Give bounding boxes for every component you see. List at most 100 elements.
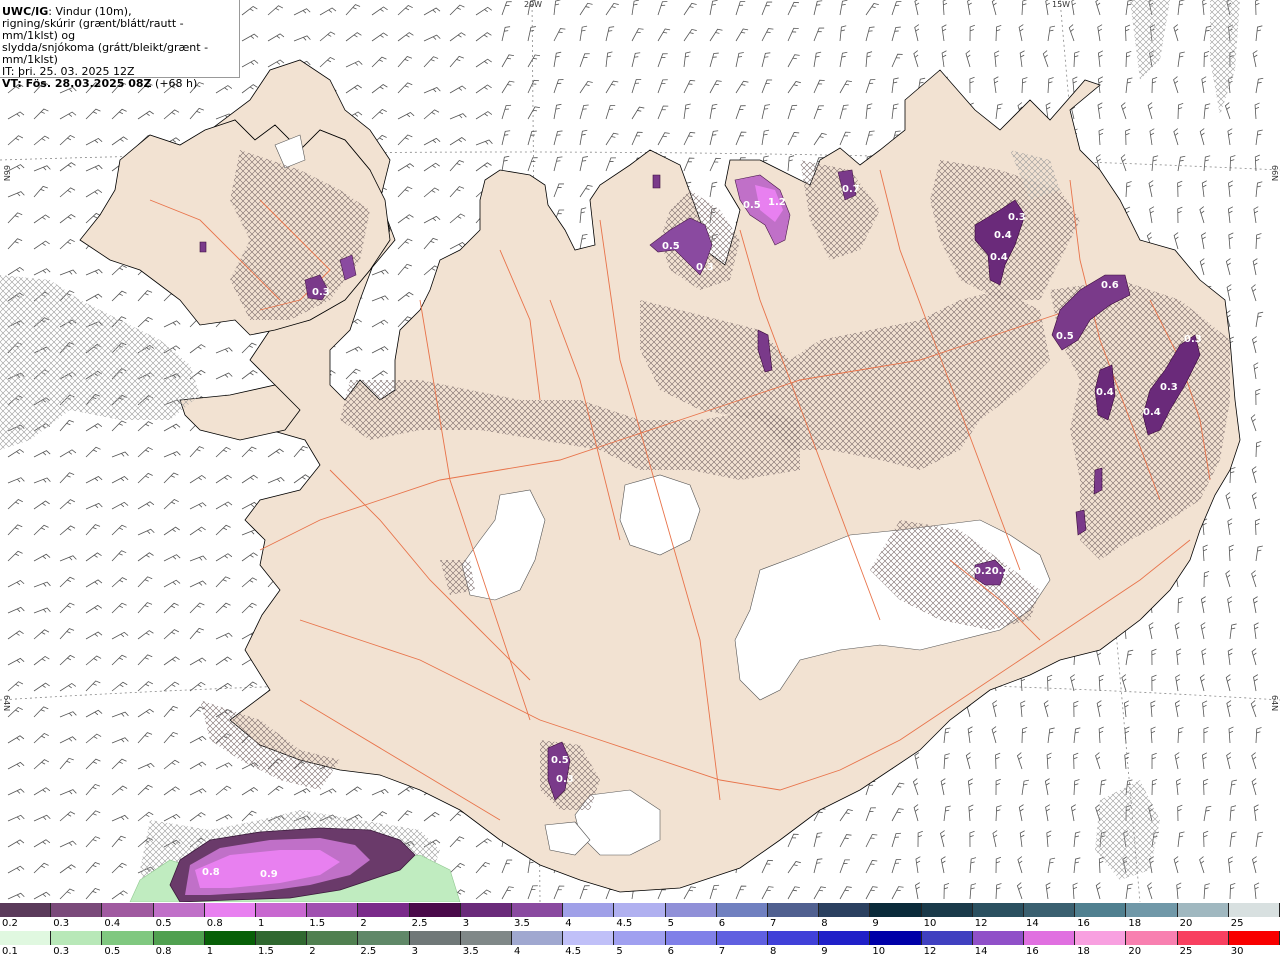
colorbar-swatch bbox=[972, 903, 1025, 917]
colorbar-label: 0.3 bbox=[53, 918, 70, 929]
colorbar-swatch bbox=[563, 903, 615, 917]
lat-label-64n-left: 64N bbox=[2, 695, 11, 712]
colorbar-swatch bbox=[256, 931, 308, 945]
colorbar-swatch bbox=[409, 931, 461, 945]
lat-label-64n-right: 64N bbox=[1270, 695, 1279, 712]
colorbar-label: 20 bbox=[1128, 946, 1142, 957]
lat-label-66n-right: 66N bbox=[1270, 165, 1279, 182]
cell-label: 0.3 bbox=[1008, 212, 1026, 223]
colorbar-swatch bbox=[460, 903, 513, 917]
colorbar-swatch bbox=[1228, 903, 1280, 917]
colorbar-label: 0.5 bbox=[155, 918, 172, 929]
colorbar-swatch bbox=[0, 903, 52, 917]
colorbar-label: 6 bbox=[718, 918, 726, 929]
colorbar-swatch bbox=[1075, 931, 1127, 945]
colorbar-swatch bbox=[1024, 931, 1076, 945]
forecast-map: 0.3 0.5 0.3 0.5 1.2 0.7 0.3 0.4 0.4 0.6 … bbox=[0, 0, 1280, 902]
colorbar-swatch bbox=[307, 903, 359, 917]
colorbar-swatch bbox=[665, 931, 717, 945]
colorbar-label: 10 bbox=[923, 918, 937, 929]
colorbar-label: 0.8 bbox=[206, 918, 223, 929]
colorbar-swatch bbox=[1126, 903, 1178, 917]
colorbar-swatch bbox=[563, 931, 615, 945]
cell-label: 0.3 bbox=[556, 774, 574, 785]
cell-label: 0.4 bbox=[1143, 407, 1161, 418]
colorbar-label: 7 bbox=[718, 946, 726, 957]
colorbar-swatch bbox=[358, 903, 410, 917]
colorbar-swatch bbox=[51, 903, 103, 917]
cell-label: 0.5 bbox=[743, 200, 761, 211]
colorbar-label: 0.8 bbox=[155, 946, 172, 957]
colorbar-label: 4 bbox=[514, 946, 521, 957]
colorbar-swatch bbox=[1024, 903, 1076, 917]
colorbar-swatch bbox=[1177, 931, 1229, 945]
colorbar-label: 3.5 bbox=[514, 918, 530, 929]
colorbar-label: 1.5 bbox=[258, 946, 274, 957]
cell-label: 0.5 bbox=[662, 241, 680, 252]
colorbar-label: 0.2 bbox=[2, 918, 18, 929]
map-title-box: UWC/IG: Vindur (10m), rigning/skúrir (gr… bbox=[0, 0, 240, 90]
colorbar-label: 2 bbox=[309, 946, 316, 957]
colorbar-swatch bbox=[307, 931, 359, 945]
colorbar-swatch bbox=[921, 903, 973, 917]
colorbar-label: 3.5 bbox=[462, 946, 479, 957]
colorbar-label: 25 bbox=[1230, 918, 1244, 929]
colorbar-label: 0.1 bbox=[2, 946, 18, 957]
colorbar-swatch bbox=[512, 931, 564, 945]
colorbar-swatch bbox=[972, 931, 1025, 945]
colorbar-label: 1.5 bbox=[309, 918, 326, 929]
colorbar-label: 18 bbox=[1128, 918, 1142, 929]
colorbar-swatch bbox=[102, 931, 154, 945]
colorbar-label: 4 bbox=[565, 918, 572, 929]
colorbar-swatch bbox=[51, 931, 103, 945]
colorbar-label: 8 bbox=[770, 946, 777, 957]
cell-label: 0.7 bbox=[842, 184, 860, 195]
colorbar-label: 18 bbox=[1077, 946, 1090, 957]
colorbar-swatch bbox=[256, 903, 308, 917]
colorbar-label: 25 bbox=[1179, 946, 1193, 957]
colorbar-label: 14 bbox=[1026, 918, 1039, 929]
cell-label: 0.3 bbox=[1160, 382, 1178, 393]
colorbar-label: 2.5 bbox=[411, 918, 428, 929]
title-line2: rigning/skúrir (grænt/blátt/rautt - mm/1… bbox=[2, 17, 184, 42]
colorbar-swatch bbox=[768, 931, 820, 945]
colorbar-swatch bbox=[460, 931, 513, 945]
cell-label: 0.8 bbox=[202, 867, 220, 878]
colorbar-label: 16 bbox=[1077, 918, 1090, 929]
colorbar-label: 14 bbox=[974, 946, 988, 957]
cell-label: 0.4 bbox=[1096, 387, 1114, 398]
colorbar-swatch bbox=[921, 931, 973, 945]
colorbar-swatch bbox=[716, 931, 769, 945]
cell-label: 0.5 bbox=[551, 755, 569, 766]
colorbar-swatch bbox=[665, 903, 717, 917]
colorbar-swatch bbox=[1126, 931, 1178, 945]
colorbar-swatch bbox=[614, 931, 666, 945]
colorbar-swatch bbox=[153, 903, 205, 917]
colorbar-swatch bbox=[153, 931, 205, 945]
cell-label: 0.5 bbox=[1056, 331, 1074, 342]
colorbar-swatch bbox=[819, 903, 871, 917]
rain-colorbar bbox=[0, 931, 1280, 945]
colorbar-label: 5 bbox=[667, 918, 674, 929]
lon-label-20w: 20W bbox=[524, 0, 543, 9]
valid-time: VT: Fös. 28.03.2025 08Z bbox=[2, 77, 152, 90]
colorbar-label: 4.5 bbox=[616, 918, 633, 929]
colorbar-swatch bbox=[512, 903, 564, 917]
colorbar-swatch bbox=[358, 931, 410, 945]
colorbar-swatch bbox=[1177, 903, 1229, 917]
colorbar-label: 16 bbox=[1026, 946, 1039, 957]
snow-colorbar bbox=[0, 903, 1280, 917]
colorbar-swatch bbox=[614, 903, 666, 917]
colorbar-swatch bbox=[204, 903, 257, 917]
colorbar-label: 9 bbox=[821, 946, 828, 957]
colorbar-label: 10 bbox=[872, 946, 886, 957]
colorbar-label: 0.4 bbox=[104, 918, 121, 929]
colorbar-swatch bbox=[716, 903, 769, 917]
colorbar-swatch bbox=[870, 931, 922, 945]
colorbar-swatch bbox=[1075, 903, 1127, 917]
colorbar-label: 0.5 bbox=[104, 946, 121, 957]
colorbar-label: 3 bbox=[462, 918, 470, 929]
lead-time: (+68 h) bbox=[151, 77, 198, 90]
colorbar-label: 12 bbox=[974, 918, 988, 929]
title-line3: slydda/snjókoma (grátt/bleikt/grænt - mm… bbox=[2, 41, 209, 66]
